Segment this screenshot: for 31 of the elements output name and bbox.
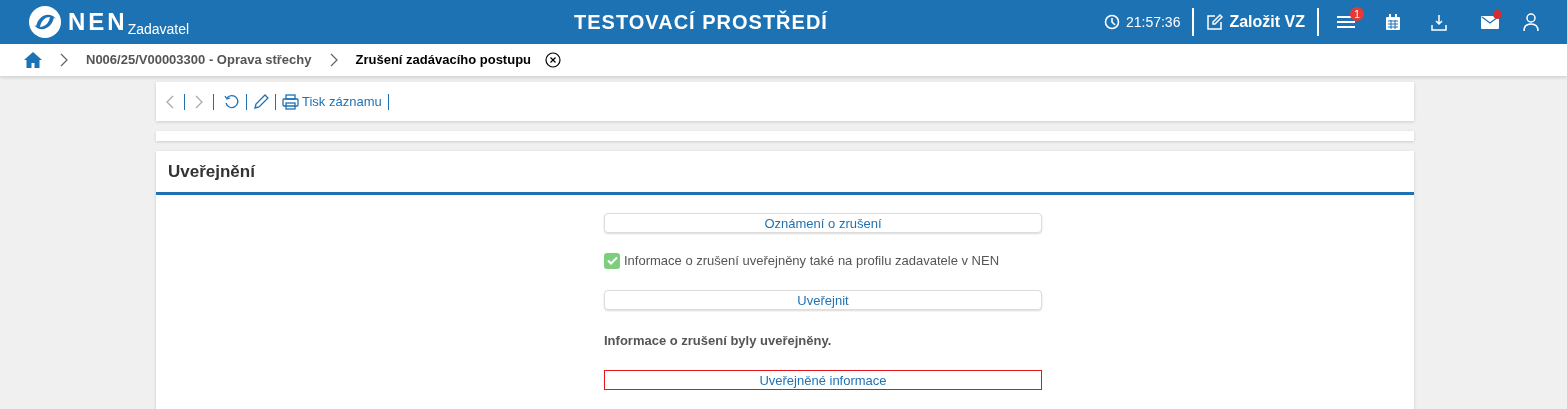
refresh-icon[interactable] (224, 93, 240, 110)
logo-text: NEN (68, 7, 128, 37)
action-button[interactable]: Uveřejnit (604, 289, 1042, 310)
print-button[interactable]: Tisk záznamu (282, 91, 382, 112)
action-button[interactable]: Oznámení o zrušení (604, 213, 1042, 233)
section-title: Uveřejnění (168, 160, 255, 183)
mail-icon[interactable] (1481, 15, 1499, 29)
action-button[interactable]: Uveřejněné informace (604, 370, 1042, 390)
checkbox[interactable] (604, 252, 620, 269)
notification-badge: 1 (1350, 7, 1364, 21)
clock-time: 21:57:36 (1125, 12, 1181, 32)
clock-icon (1103, 14, 1120, 30)
close-icon[interactable] (545, 52, 562, 68)
current-breadcrumb: Zrušení zadávacího postupu (355, 51, 532, 70)
download-icon[interactable] (1431, 13, 1447, 31)
calendar-icon[interactable] (1385, 13, 1401, 31)
create-button[interactable]: Založit VZ (1206, 10, 1305, 34)
environment-title: TESTOVACÍ PROSTŘEDÍ (574, 9, 828, 35)
logo-icon (28, 5, 62, 39)
home-icon[interactable] (24, 52, 42, 68)
breadcrumb-link[interactable]: N006/25/V00003300 - Oprava střechy (86, 50, 312, 70)
user-icon[interactable] (1523, 13, 1539, 31)
checkbox-label: Informace o zrušení uveřejněny také na profilu zadavatele v NEN (624, 252, 1000, 270)
menu-icon[interactable] (1337, 15, 1355, 29)
chevron-icon (60, 53, 68, 67)
logo-subtitle: Zadavatel (127, 20, 190, 39)
printer-icon (282, 93, 299, 110)
edit-icon[interactable] (253, 93, 269, 110)
edit-icon (1206, 13, 1224, 31)
chevron-icon (329, 53, 338, 67)
status-message: Informace o zrušení byly uveřejněny. (604, 331, 833, 350)
